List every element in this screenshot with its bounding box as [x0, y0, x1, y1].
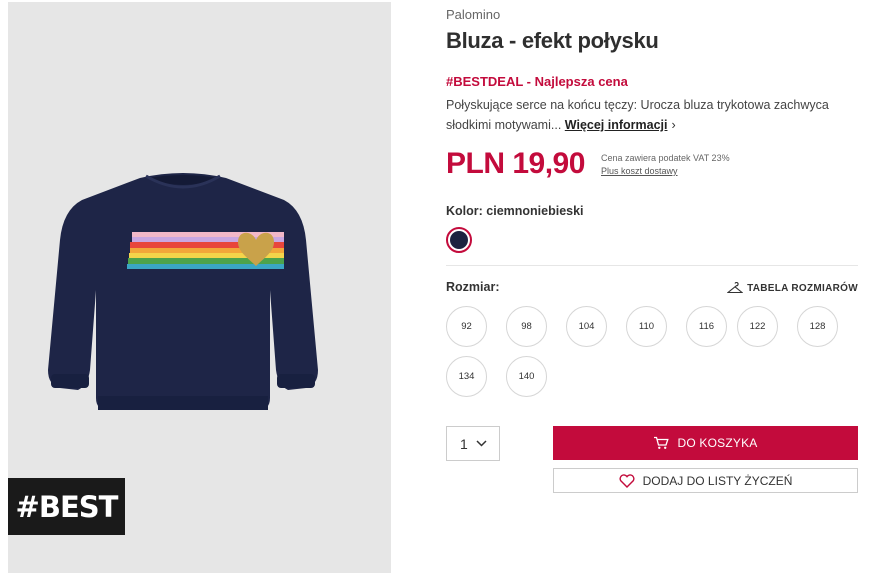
price: PLN 19,90: [446, 147, 585, 180]
product-description: Połyskujące serce na końcu tęczy: Urocza…: [446, 95, 846, 135]
color-swatch-dark-blue[interactable]: [446, 227, 472, 253]
size-table-label: TABELA ROZMIARÓW: [747, 282, 858, 294]
size-option-140[interactable]: 140: [506, 356, 547, 397]
size-option-92[interactable]: 92: [446, 306, 487, 347]
size-option-134[interactable]: 134: [446, 356, 487, 397]
tax-note: Cena zawiera podatek VAT 23%: [601, 153, 730, 163]
add-to-wishlist-label: DODAJ DO LISTY ŻYCZEŃ: [642, 473, 793, 488]
tax-info: Cena zawiera podatek VAT 23% Plus koszt …: [601, 152, 730, 178]
color-dot: [450, 231, 468, 249]
cart-icon: [654, 436, 670, 449]
size-option-128[interactable]: 128: [797, 306, 838, 347]
chevron-down-icon: [476, 440, 487, 447]
hanger-icon: [727, 282, 744, 294]
size-option-110[interactable]: 110: [626, 306, 667, 347]
size-option-104[interactable]: 104: [566, 306, 607, 347]
size-table-link[interactable]: TABELA ROZMIARÓW: [727, 282, 858, 294]
add-to-wishlist-button[interactable]: DODAJ DO LISTY ŻYCZEŃ: [553, 468, 858, 493]
product-image-panel[interactable]: #BEST: [8, 2, 391, 573]
add-to-cart-label: DO KOSZYKA: [677, 436, 758, 450]
sweatshirt-image: [48, 173, 318, 410]
best-deal-badge: #BEST: [8, 478, 125, 535]
size-option-116[interactable]: 116: [686, 306, 727, 347]
size-option-122[interactable]: 122: [737, 306, 778, 347]
product-title: Bluza - efekt połysku: [446, 28, 659, 53]
size-option-98[interactable]: 98: [506, 306, 547, 347]
quantity-select[interactable]: 1: [446, 426, 500, 461]
deal-label: #BESTDEAL - Najlepsza cena: [446, 74, 628, 89]
quantity-value: 1: [460, 435, 468, 452]
add-to-cart-button[interactable]: DO KOSZYKA: [553, 426, 858, 460]
heart-icon: [619, 473, 635, 488]
shipping-cost-link[interactable]: Plus koszt dostawy: [601, 165, 730, 178]
more-info-link[interactable]: Więcej informacji: [565, 118, 668, 132]
size-label: Rozmiar:: [446, 280, 500, 294]
divider: [446, 265, 858, 266]
color-label: Kolor: ciemnoniebieski: [446, 204, 584, 218]
brand-name[interactable]: Palomino: [446, 7, 500, 22]
chevron-right-icon: ›: [671, 118, 676, 132]
